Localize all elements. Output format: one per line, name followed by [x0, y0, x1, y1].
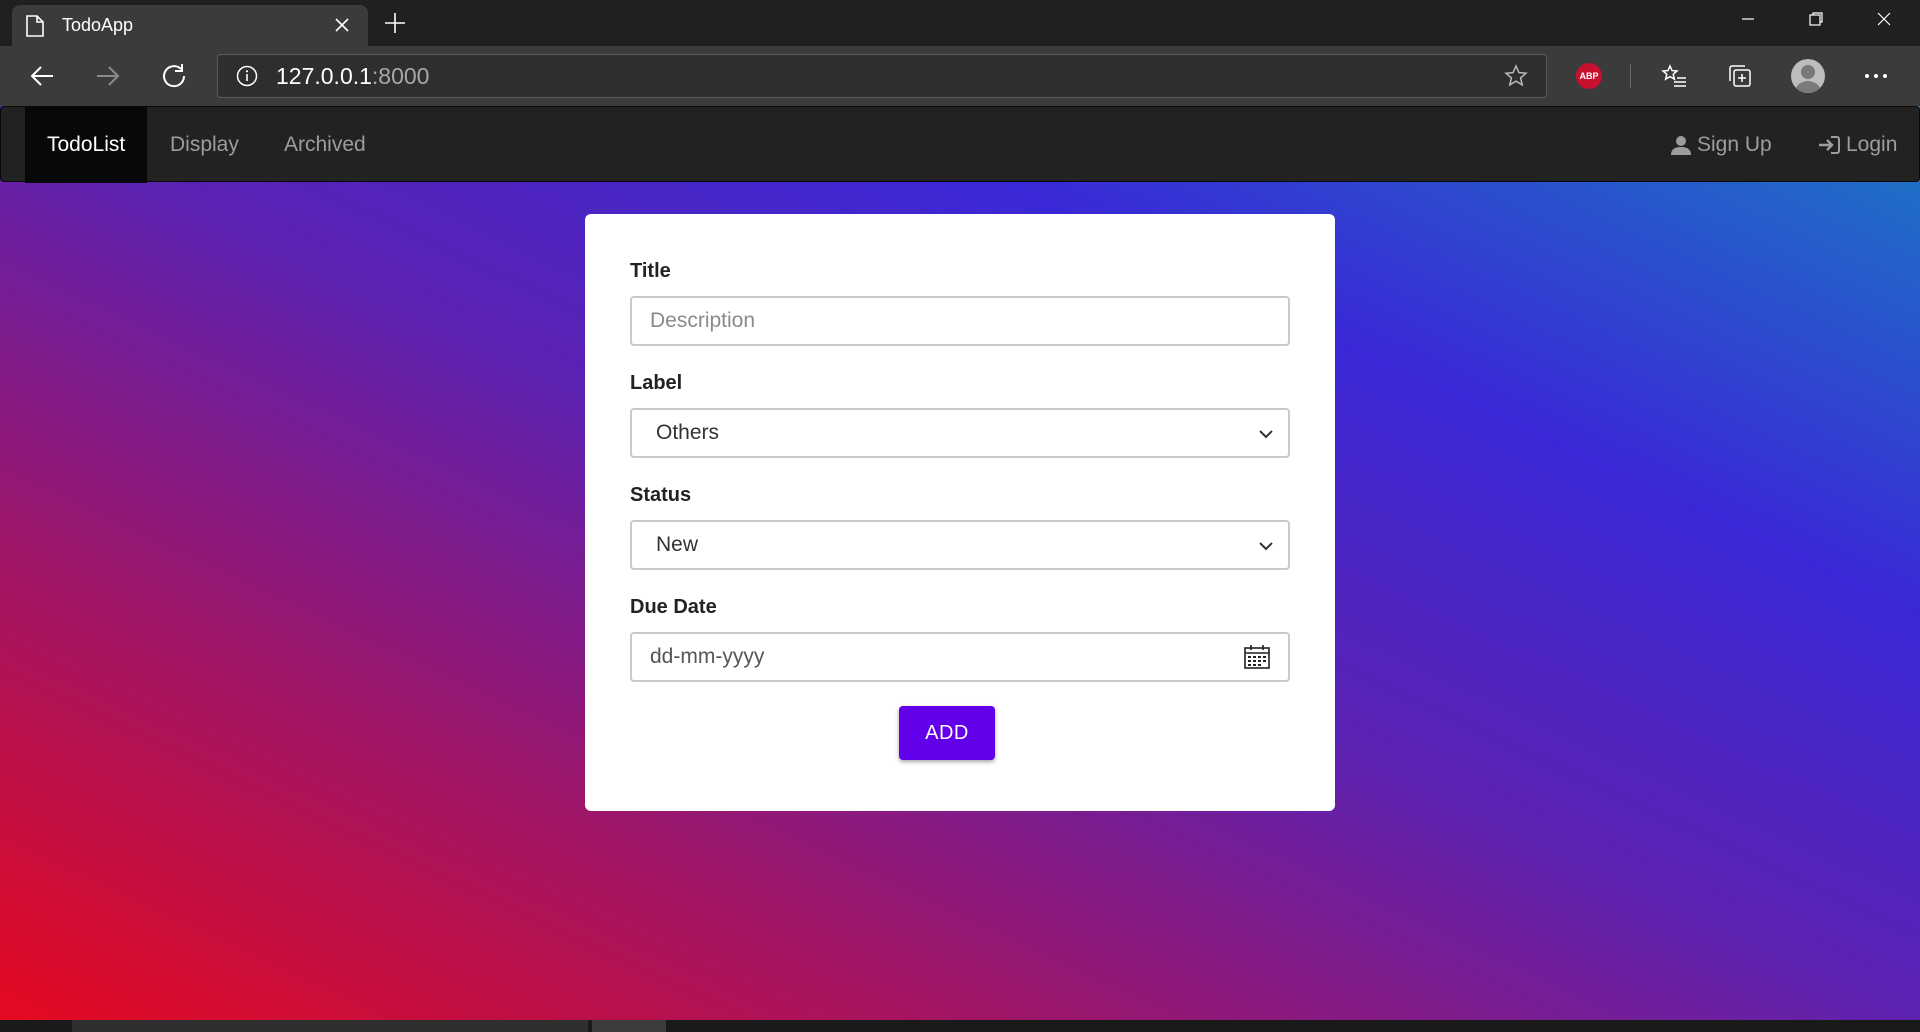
title-placeholder: Description — [650, 309, 756, 332]
adblock-icon[interactable]: ABP — [1571, 58, 1607, 94]
nav-link-display[interactable]: Display — [170, 107, 239, 183]
user-icon — [1671, 135, 1691, 155]
title-label: Title — [630, 260, 671, 282]
due-date-input[interactable]: dd-mm-yyyy — [630, 632, 1290, 682]
browser-tab-strip: TodoApp — [0, 0, 1920, 46]
label-select[interactable]: Others — [630, 408, 1290, 458]
taskbar-item[interactable] — [592, 1020, 666, 1032]
nav-signup[interactable]: Sign Up — [1671, 107, 1772, 183]
url-host: 127.0.0.1 — [276, 62, 372, 89]
chevron-down-icon — [1258, 424, 1274, 448]
collections-icon[interactable] — [1722, 58, 1758, 94]
toolbar-separator — [1630, 64, 1631, 88]
nav-brand[interactable]: TodoList — [25, 107, 148, 183]
browser-tab[interactable]: TodoApp — [12, 5, 368, 46]
due-date-placeholder: dd-mm-yyyy — [650, 645, 765, 668]
page-background: TodoList Display Archived Sign Up Login … — [0, 106, 1920, 1020]
tab-title: TodoApp — [62, 15, 134, 35]
chevron-down-icon — [1258, 536, 1274, 560]
due-date-label: Due Date — [630, 596, 717, 618]
status-label: Status — [630, 484, 692, 506]
browser-toolbar: 127.0.0.1:8000 ABP — [0, 46, 1920, 106]
favorites-icon[interactable] — [1656, 58, 1692, 94]
back-button[interactable] — [24, 58, 60, 94]
add-button[interactable]: ADD — [899, 706, 995, 760]
more-menu-icon[interactable] — [1858, 58, 1894, 94]
label-label: Label — [630, 372, 683, 394]
calendar-icon[interactable] — [1244, 645, 1270, 675]
signup-label: Sign Up — [1697, 133, 1772, 156]
label-select-value: Others — [656, 421, 720, 444]
status-select[interactable]: New — [630, 520, 1290, 570]
refresh-button[interactable] — [156, 58, 192, 94]
url-port: :8000 — [371, 62, 430, 89]
profile-avatar[interactable] — [1790, 58, 1826, 94]
login-label: Login — [1846, 133, 1898, 156]
close-tab-icon[interactable] — [330, 14, 354, 38]
taskbar — [0, 1020, 1920, 1032]
taskbar-item[interactable] — [72, 1020, 588, 1032]
address-bar[interactable]: 127.0.0.1:8000 — [217, 54, 1547, 98]
minimize-button[interactable] — [1714, 0, 1782, 38]
status-select-value: New — [656, 533, 699, 556]
new-tab-button[interactable] — [380, 6, 410, 40]
login-icon — [1818, 135, 1840, 155]
title-input[interactable]: Description — [630, 296, 1290, 346]
todo-form-card: Title Description Label Others Status Ne… — [585, 214, 1335, 811]
app-navbar: TodoList Display Archived Sign Up Login — [0, 106, 1920, 183]
nav-login[interactable]: Login — [1818, 107, 1897, 183]
info-icon[interactable] — [236, 65, 258, 87]
favorite-star-icon[interactable] — [1504, 64, 1528, 88]
close-window-button[interactable] — [1850, 0, 1918, 38]
restore-button[interactable] — [1782, 0, 1850, 38]
page-icon — [26, 14, 44, 37]
nav-link-archived[interactable]: Archived — [284, 107, 366, 183]
forward-button[interactable] — [90, 58, 126, 94]
